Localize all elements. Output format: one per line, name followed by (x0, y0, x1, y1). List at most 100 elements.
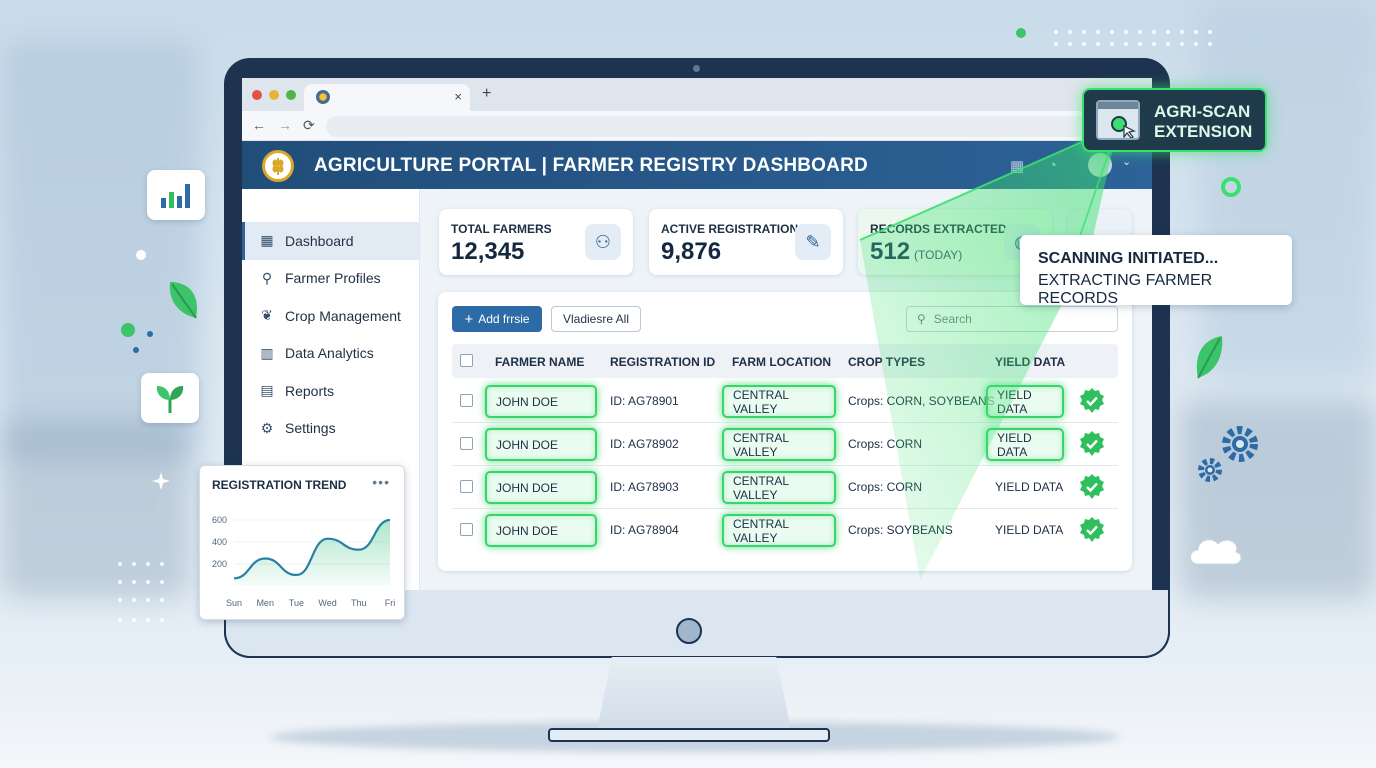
sidebar-item-label: Data Analytics (285, 345, 374, 362)
url-field[interactable] (326, 116, 1106, 137)
reload-icon[interactable]: ⟳ (303, 117, 315, 134)
column-header-farm-location[interactable]: FARM LOCATION (732, 355, 831, 369)
agri-scan-extension-button[interactable]: AGRI-SCAN EXTENSION (1082, 88, 1267, 152)
ring-icon (1221, 177, 1241, 197)
farmer-name-cell: JOHN DOE (485, 514, 597, 547)
gear-icon: ⚙ (260, 419, 274, 436)
table-header: FARMER NAME REGISTRATION ID FARM LOCATIO… (452, 344, 1118, 378)
sidebar-item-label: Dashboard (285, 232, 354, 249)
document-icon: ▤ (260, 382, 274, 399)
x-tick-label: Tue (289, 598, 304, 608)
x-tick-label: Sun (226, 598, 242, 608)
row-checkbox[interactable] (460, 394, 473, 407)
row-checkbox[interactable] (460, 523, 473, 536)
scan-status-detail: EXTRACTING FARMER RECORDS (1038, 272, 1213, 307)
back-icon[interactable]: ← (252, 117, 266, 133)
extension-label: AGRI-SCAN EXTENSION (1154, 102, 1252, 142)
extension-label-line1: AGRI-SCAN (1154, 102, 1251, 121)
minimize-window-button[interactable] (269, 90, 279, 100)
favicon-icon (316, 90, 330, 104)
farm-location-cell: CENTRAL VALLEY (722, 385, 836, 418)
yield-data-cell: YIELD DATA (995, 480, 1064, 494)
monitor-stand (596, 657, 792, 735)
table-row[interactable]: JOHN DOE ID: AG78901 CENTRAL VALLEY Crop… (452, 380, 1118, 423)
forward-icon[interactable]: → (278, 117, 292, 133)
x-tick-label: Thu (351, 598, 367, 608)
stat-value: 512 (TODAY) (870, 238, 962, 266)
y-tick-label: 200 (212, 559, 227, 569)
column-header-crop-types[interactable]: CROP TYPES (848, 355, 925, 369)
dot-cluster-decoration (121, 323, 153, 353)
gears-icon (1198, 426, 1258, 482)
stat-value-number: 512 (870, 238, 911, 265)
sidebar-item-label: Farmer Profiles (285, 270, 381, 287)
farm-location-cell: CENTRAL VALLEY (722, 514, 836, 547)
yield-data-cell: YIELD DATA (986, 428, 1064, 461)
column-header-yield-data[interactable]: YIELD DATA (995, 355, 1065, 369)
farmer-table-panel: + Add frrsie Vladiesre All ⚲ Search FARM… (438, 292, 1132, 571)
row-checkbox[interactable] (460, 437, 473, 450)
analytics-tile (147, 170, 205, 220)
new-tab-button[interactable]: + (482, 85, 491, 103)
sidebar-item-label: Settings (285, 420, 336, 437)
y-tick-label: 400 (212, 537, 227, 547)
stat-value: 12,345 (451, 238, 525, 265)
sidebar-item-crop-management[interactable]: ❦ Crop Management (242, 297, 419, 335)
table-row[interactable]: JOHN DOE ID: AG78903 CENTRAL VALLEY Crop… (452, 466, 1118, 509)
search-input[interactable]: ⚲ Search (906, 306, 1118, 332)
search-placeholder: Search (933, 312, 972, 326)
farm-location-cell: CENTRAL VALLEY (722, 428, 836, 461)
stat-card-active-registrations: ACTIVE REGISTRATIONS 9,876 ✎ (649, 209, 843, 275)
qr-icon[interactable]: ▦ (1010, 157, 1024, 175)
wheat-logo-icon (262, 150, 294, 182)
clipboard-icon: ✎ (795, 224, 831, 260)
chevron-down-icon[interactable]: ⌄ (1122, 155, 1131, 168)
stat-value: 9,876 (661, 238, 722, 265)
verified-check-icon (1080, 474, 1104, 499)
power-button[interactable] (676, 618, 702, 644)
x-tick-label: Men (256, 598, 274, 608)
stat-label: ACTIVE REGISTRATIONS (661, 222, 807, 236)
search-icon: ⚲ (917, 312, 926, 326)
dot-grid-decoration (118, 562, 164, 622)
sidebar-item-data-analytics[interactable]: ▥ Data Analytics (242, 335, 419, 373)
yield-data-cell: YIELD DATA (995, 523, 1064, 537)
column-header-farmer-name[interactable]: FARMER NAME (495, 355, 584, 369)
scan-status-title: SCANNING INITIATED... (1038, 250, 1219, 267)
leaf-icon (1196, 336, 1223, 379)
verified-check-icon (1080, 388, 1104, 413)
select-all-checkbox[interactable] (460, 354, 473, 367)
table-row[interactable]: JOHN DOE ID: AG78904 CENTRAL VALLEY Crop… (452, 509, 1118, 552)
users-icon: ⚇ (585, 224, 621, 260)
sidebar-item-dashboard[interactable]: ▦ Dashboard (242, 222, 419, 260)
close-window-button[interactable] (252, 90, 262, 100)
trend-chart: 600 400 200 Sun Men Tue Wed Thu Fri (212, 515, 395, 608)
avatar[interactable] (1088, 153, 1112, 177)
crop-types-cell: Crops: CORN, SOYBEANS (848, 394, 995, 408)
yield-data-cell: YIELD DATA (986, 385, 1064, 418)
maximize-window-button[interactable] (286, 90, 296, 100)
crop-types-cell: Crops: CORN (848, 437, 923, 451)
monitor-base (548, 728, 830, 742)
y-tick-label: 600 (212, 515, 227, 525)
column-header-registration-id[interactable]: REGISTRATION ID (610, 355, 715, 369)
address-bar-row: ← → ⟳ (242, 111, 1152, 141)
scan-status-toast: SCANNING INITIATED... EXTRACTING FARMER … (1020, 235, 1292, 307)
browser-tab[interactable]: × (304, 84, 470, 111)
sidebar-item-settings[interactable]: ⚙ Settings (242, 410, 419, 448)
farmer-name-cell: JOHN DOE (485, 385, 597, 418)
stat-label: TOTAL FARMERS (451, 222, 552, 236)
add-farmer-button[interactable]: + Add frrsie (452, 306, 542, 332)
app-header: AGRICULTURE PORTAL | FARMER REGISTRY DAS… (242, 141, 1152, 189)
tab-bar: × + (242, 78, 1152, 111)
bell-icon[interactable]: ◔ (1048, 157, 1057, 174)
sidebar-item-reports[interactable]: ▤ Reports (242, 372, 419, 410)
table-row[interactable]: JOHN DOE ID: AG78902 CENTRAL VALLEY Crop… (452, 423, 1118, 466)
sidebar-item-farmer-profiles[interactable]: ⚲ Farmer Profiles (242, 260, 419, 298)
tab-close-icon[interactable]: × (454, 89, 462, 104)
validate-all-button[interactable]: Vladiesre All (551, 306, 641, 332)
x-tick-label: Wed (318, 598, 336, 608)
row-checkbox[interactable] (460, 480, 473, 493)
leaf-icon (169, 282, 197, 319)
dot-decoration (136, 250, 146, 260)
